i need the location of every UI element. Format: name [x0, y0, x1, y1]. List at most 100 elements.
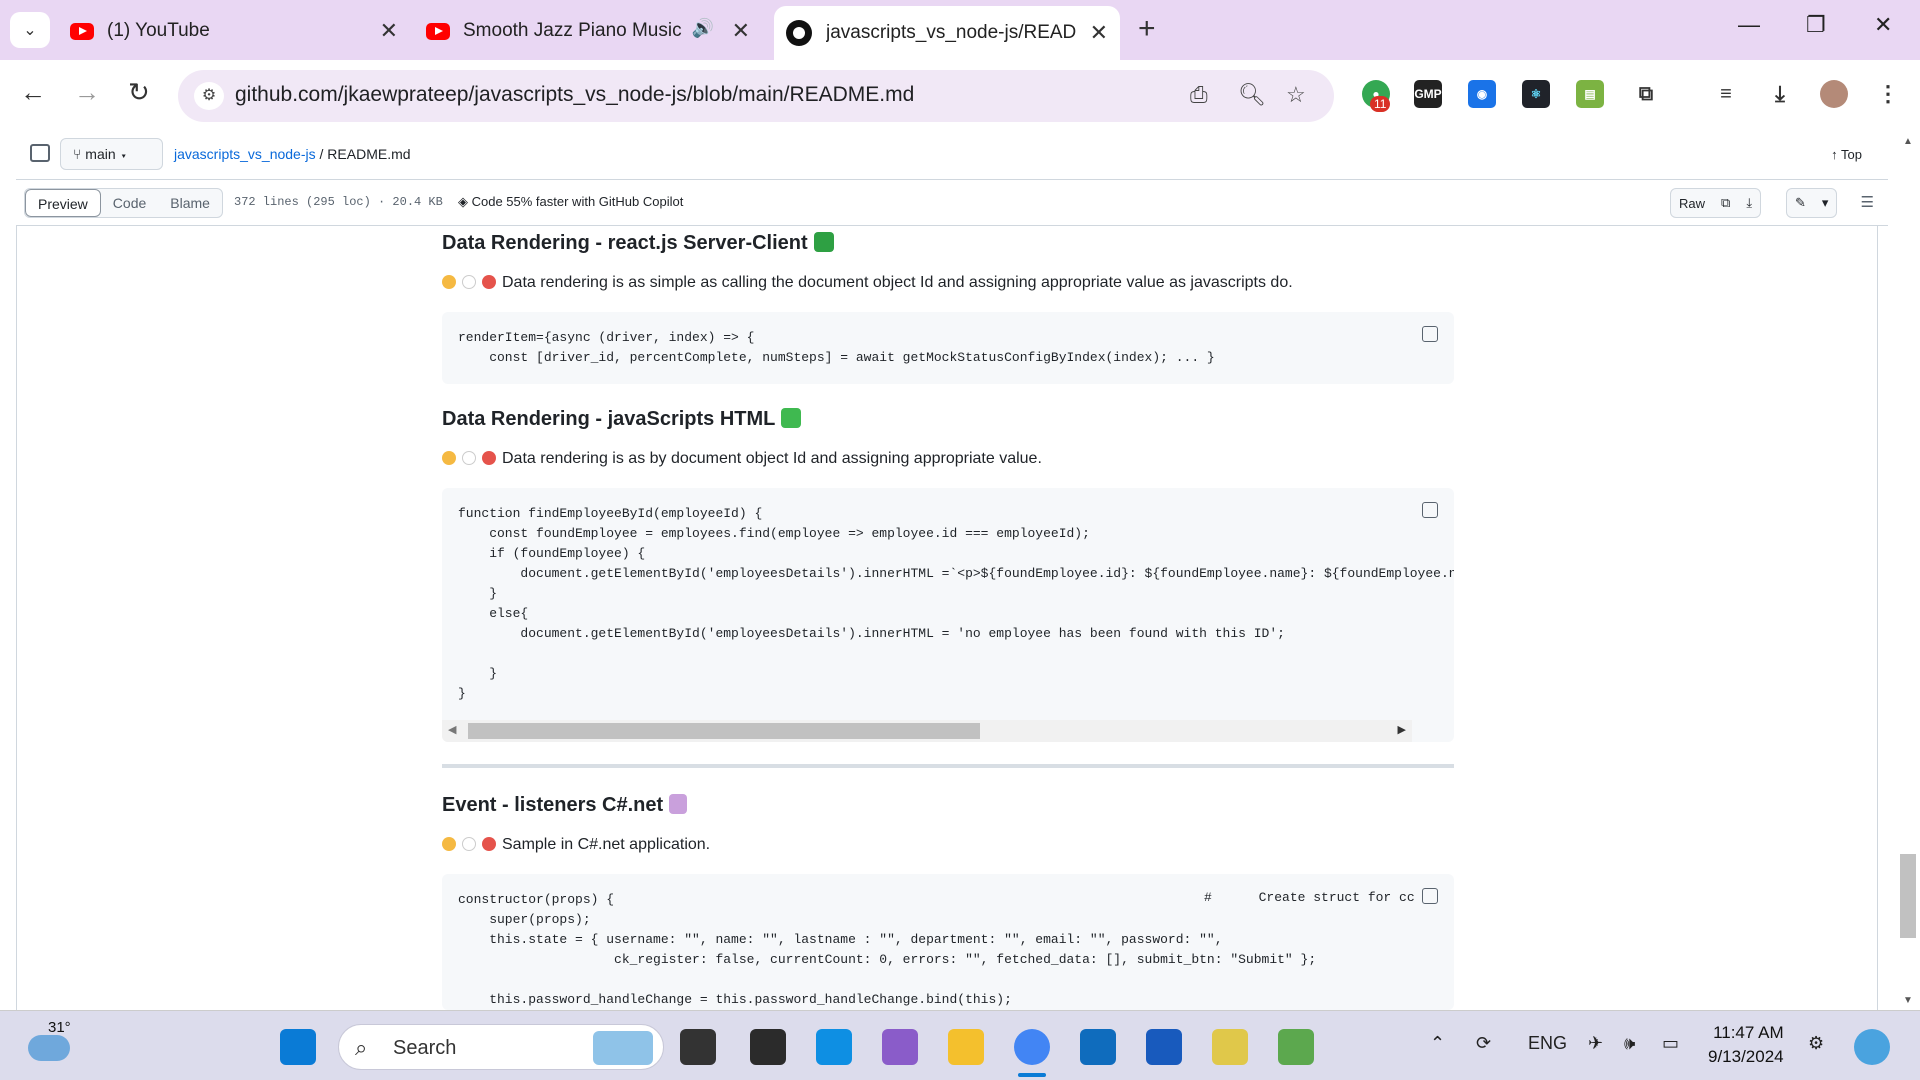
- task-view-icon[interactable]: [680, 1029, 716, 1065]
- media-control-icon[interactable]: ≡: [1712, 80, 1740, 108]
- copilot-text: Code 55% faster with GitHub Copilot: [471, 194, 684, 209]
- horizontal-scrollbar[interactable]: ◀ ▶: [442, 720, 1412, 742]
- copy-code-icon[interactable]: [1422, 502, 1438, 518]
- copy-raw-icon[interactable]: ⧉: [1713, 195, 1738, 211]
- download-raw-icon[interactable]: ⤓: [1738, 195, 1760, 211]
- chrome-icon[interactable]: [1014, 1029, 1050, 1065]
- description-text: Data rendering is as by document object …: [502, 450, 1042, 467]
- word-icon[interactable]: [1146, 1029, 1182, 1065]
- new-tab-button[interactable]: +: [1138, 12, 1156, 46]
- clock-time: 11:47 AM: [1713, 1023, 1784, 1042]
- close-tab-icon[interactable]: ✕: [380, 18, 398, 44]
- file-explorer-icon[interactable]: [948, 1029, 984, 1065]
- top-label: Top: [1841, 147, 1862, 162]
- close-window-icon[interactable]: ✕: [1874, 12, 1892, 38]
- show-hidden-icons[interactable]: ⌃: [1430, 1033, 1445, 1054]
- code-block: function findEmployeeById(employeeId) { …: [442, 488, 1454, 742]
- clock[interactable]: 11:47 AM 9/13/2024: [1708, 1021, 1784, 1069]
- top-link[interactable]: ↑ Top: [1831, 147, 1862, 162]
- copy-code-icon[interactable]: [1422, 888, 1438, 904]
- page-scrollbar[interactable]: ▲ ▼: [1896, 130, 1920, 1010]
- menu-kebab-icon[interactable]: ⋮: [1874, 80, 1902, 108]
- branch-selector[interactable]: ⑂ main ▾: [60, 138, 163, 170]
- language-indicator[interactable]: ENG: [1528, 1033, 1567, 1054]
- visual-studio-icon[interactable]: [882, 1029, 918, 1065]
- snipping-tool-icon[interactable]: [1212, 1029, 1248, 1065]
- restore-icon[interactable]: ❐: [1806, 12, 1826, 38]
- page-scroll-thumb[interactable]: [1900, 854, 1916, 938]
- tab-youtube[interactable]: (1) YouTube ✕: [70, 10, 410, 52]
- extension-react-icon[interactable]: ⚛: [1522, 80, 1550, 108]
- battery-icon[interactable]: ▭: [1662, 1033, 1679, 1054]
- extension-camera-icon[interactable]: ◉: [1468, 80, 1496, 108]
- profile-avatar[interactable]: [1820, 80, 1848, 108]
- search-placeholder: Search: [393, 1037, 457, 1059]
- url-text[interactable]: github.com/jkaewprateep/javascripts_vs_n…: [235, 83, 914, 107]
- forward-icon[interactable]: →: [74, 77, 100, 108]
- outlook-icon[interactable]: [1080, 1029, 1116, 1065]
- extension-gmp-icon[interactable]: GMP: [1414, 80, 1442, 108]
- youtube-icon: [426, 22, 450, 40]
- horizontal-scroll-thumb[interactable]: [468, 723, 980, 739]
- notification-icon[interactable]: ⚙: [1808, 1033, 1824, 1054]
- repo-link[interactable]: javascripts_vs_node-js: [174, 146, 316, 162]
- search-highlight-image: [593, 1031, 653, 1065]
- address-bar[interactable]: ⚙ github.com/jkaewprateep/javascripts_vs…: [178, 70, 1334, 122]
- taskbar-search[interactable]: ⌕ Search: [338, 1024, 664, 1070]
- taskbar: 31° ⌕ Search ⌃ ⟳ ENG ✈ 🕪 ▭ 11:47 AM 9/13…: [0, 1010, 1920, 1080]
- weather-icon[interactable]: [28, 1035, 70, 1061]
- browser-tab-strip: ⌄ (1) YouTube ✕ Smooth Jazz Piano Music …: [0, 0, 1920, 60]
- outline-list-icon[interactable]: ☰: [1861, 193, 1874, 211]
- person-emoji-icon: [442, 275, 456, 289]
- airplane-mode-icon[interactable]: ✈: [1588, 1033, 1603, 1054]
- start-windows-icon[interactable]: [280, 1029, 316, 1065]
- close-tab-icon[interactable]: ✕: [732, 18, 750, 44]
- edit-pencil-icon[interactable]: ✎: [1787, 195, 1814, 211]
- tab-search-button[interactable]: ⌄: [10, 12, 50, 48]
- copilot-promo[interactable]: ◈ Code 55% faster with GitHub Copilot: [458, 194, 683, 210]
- tab-code[interactable]: Code: [101, 189, 158, 217]
- extension-print-icon[interactable]: ▤: [1576, 80, 1604, 108]
- search-icon: ⌕: [355, 1035, 368, 1060]
- close-tab-icon[interactable]: ✕: [1090, 20, 1108, 46]
- download-icon[interactable]: ⤓: [1766, 80, 1794, 108]
- vscode-icon[interactable]: [816, 1029, 852, 1065]
- tab-blame[interactable]: Blame: [158, 189, 222, 217]
- bookmark-star-icon[interactable]: ☆: [1286, 82, 1306, 108]
- weather-temp: 31°: [48, 1019, 71, 1036]
- install-app-icon[interactable]: ⎙: [1190, 82, 1208, 108]
- speaker-icon[interactable]: 🔊: [692, 18, 714, 39]
- description-text: Data rendering is as simple as calling t…: [502, 274, 1293, 291]
- site-info-icon[interactable]: ⚙: [194, 82, 224, 110]
- heading-text: Data Rendering - javaScripts HTML: [442, 408, 776, 430]
- sidebar-toggle-icon[interactable]: [30, 144, 50, 162]
- scroll-right-icon[interactable]: ▶: [1398, 723, 1406, 736]
- view-mode-tabs: Preview Code Blame: [24, 188, 223, 218]
- app-icon[interactable]: [1278, 1029, 1314, 1065]
- volume-icon[interactable]: 🕪: [1624, 1033, 1635, 1054]
- pushpin-icon: [482, 837, 496, 851]
- copy-code-icon[interactable]: [1422, 326, 1438, 342]
- extensions-puzzle-icon[interactable]: ⧉: [1632, 80, 1660, 108]
- terminal-icon[interactable]: [750, 1029, 786, 1065]
- person-emoji-icon: [442, 837, 456, 851]
- breadcrumb-separator: /: [319, 146, 324, 162]
- scroll-up-icon[interactable]: ▲: [1903, 136, 1913, 147]
- sync-icon[interactable]: ⟳: [1476, 1033, 1491, 1054]
- copilot-taskbar-icon[interactable]: [1854, 1029, 1890, 1065]
- tab-jazz[interactable]: Smooth Jazz Piano Music fo 🔊 ✕: [426, 10, 762, 52]
- zoom-icon[interactable]: 🔍︎: [1238, 82, 1266, 108]
- minimize-icon[interactable]: —: [1738, 12, 1760, 38]
- scroll-down-icon[interactable]: ▼: [1903, 995, 1913, 1006]
- edit-group: ✎ ▾: [1786, 188, 1838, 218]
- tab-github-active[interactable]: javascripts_vs_node-js/READM ✕: [774, 6, 1120, 60]
- reload-icon[interactable]: ↻: [128, 77, 150, 108]
- description-text: Sample in C#.net application.: [502, 836, 711, 853]
- tab-preview[interactable]: Preview: [25, 189, 101, 217]
- scroll-left-icon[interactable]: ◀: [448, 723, 456, 736]
- speech-bubble-icon: [462, 451, 476, 465]
- raw-button[interactable]: Raw: [1671, 196, 1713, 211]
- breadcrumb: javascripts_vs_node-js / README.md: [174, 146, 411, 162]
- edit-dropdown-icon[interactable]: ▾: [1814, 195, 1837, 211]
- back-icon[interactable]: ←: [20, 77, 46, 108]
